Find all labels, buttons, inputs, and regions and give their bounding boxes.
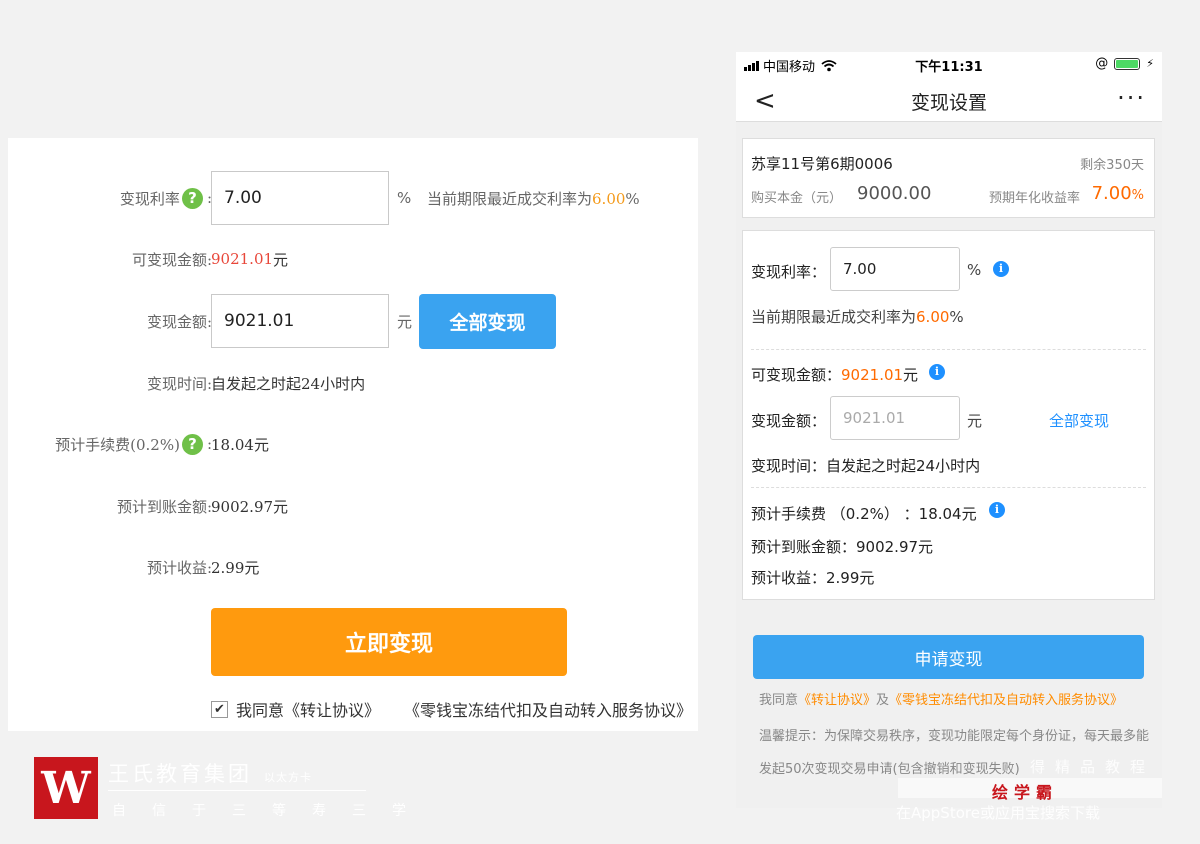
amount-row: 变现金额: 元 全部变现 bbox=[8, 293, 698, 349]
watermark-brand: 绘学霸 bbox=[992, 783, 1059, 802]
apply-realize-button[interactable]: 申请变现 bbox=[753, 635, 1144, 679]
amount-unit: 元 bbox=[967, 412, 983, 430]
time-label: 变现时间: bbox=[146, 374, 212, 393]
principal-label: 购买本金（元） bbox=[751, 191, 843, 206]
rate-unit: % bbox=[967, 261, 982, 279]
product-card: 苏享11号第6期0006 剩余350天 购买本金（元） 9000.00 预期年化… bbox=[742, 138, 1155, 218]
page-title: 变现设置 bbox=[910, 92, 987, 114]
remaining-days: 剩余350天 bbox=[1080, 158, 1144, 173]
logo-name: 王氏教育集团 以太方卡 bbox=[108, 762, 312, 786]
income-label: 预计收益: bbox=[146, 558, 212, 577]
rate-hint: 当前期限最近成交利率为6.00% bbox=[427, 189, 640, 208]
amount-input[interactable] bbox=[211, 294, 389, 348]
rate-hint-value: 6.00 bbox=[592, 189, 626, 208]
available-label: 可变现金额：9021.01元 bbox=[751, 366, 919, 384]
logo-mark: W bbox=[34, 757, 98, 819]
status-bar: 中国移动 下午11:31 @ ⚡ bbox=[736, 52, 1162, 76]
help-icon[interactable]: ? bbox=[181, 187, 203, 209]
fee-label: 预计手续费(0.2%) ? : bbox=[55, 433, 212, 455]
income-value: 2.99元 bbox=[211, 558, 260, 577]
rate-input[interactable] bbox=[211, 171, 389, 225]
principal-value: 9000.00 bbox=[857, 183, 932, 204]
amount-label: 变现金额: bbox=[146, 312, 212, 331]
info-icon[interactable]: i bbox=[993, 261, 1009, 277]
divider bbox=[751, 487, 1146, 488]
logo-slogan: 自信于三等寿三学 bbox=[112, 803, 432, 819]
service-agreement-link[interactable]: 《零钱宝冻结代扣及自动转入服务协议》 bbox=[889, 693, 1123, 708]
yield-value: 7.00% bbox=[1091, 183, 1144, 204]
transfer-agreement-link[interactable]: 《转让协议》 bbox=[798, 693, 876, 708]
product-name: 苏享11号第6期0006 bbox=[751, 155, 893, 173]
realize-now-button[interactable]: 立即变现 bbox=[211, 608, 567, 676]
time-row: 变现时间: 自发起之时起24小时内 bbox=[8, 355, 698, 411]
watermark-caption: 在AppStore或应用宝搜索下载 bbox=[896, 804, 1100, 822]
watermark-band: 绘学霸 bbox=[898, 778, 1162, 802]
info-icon[interactable]: i bbox=[929, 364, 945, 380]
agree-text: 我同意 bbox=[236, 701, 285, 720]
rate-unit: % bbox=[397, 189, 412, 207]
help-icon[interactable]: ? bbox=[181, 433, 203, 455]
amount-label: 变现金额： bbox=[751, 412, 827, 430]
logo-divider bbox=[108, 790, 366, 791]
amount-input[interactable] bbox=[830, 396, 960, 440]
arrival-label: 预计到账金额: bbox=[116, 497, 212, 516]
fee-text: 预计手续费 （0.2%） ：18.04元 bbox=[751, 505, 977, 523]
fee-row: 预计手续费(0.2%) ? : 18.04元 bbox=[8, 416, 698, 472]
divider bbox=[751, 349, 1146, 350]
income-row: 预计收益: 2.99元 bbox=[8, 539, 698, 595]
yield-label: 预期年化收益率 bbox=[989, 191, 1081, 206]
realization-form-card: 变现利率： % i 当前期限最近成交利率为6.00% 可变现金额：9021.01… bbox=[742, 230, 1155, 600]
arrival-value: 9002.97元 bbox=[211, 497, 289, 516]
withdraw-all-link[interactable]: 全部变现 bbox=[1049, 410, 1109, 431]
agreement-row: ✔ 我同意 《转让协议》 《零钱宝冻结代扣及自动转入服务协议》 bbox=[211, 696, 692, 722]
arrival-row: 预计到账金额: 9002.97元 bbox=[8, 478, 698, 534]
transfer-agreement-link[interactable]: 《转让协议》 bbox=[284, 697, 380, 721]
rate-row: 变现利率 ? : % 当前期限最近成交利率为6.00% bbox=[8, 170, 698, 226]
available-value: 9021.01 元 bbox=[211, 250, 289, 269]
mobile-screen: 中国移动 下午11:31 @ ⚡ < 变现设置 ··· 苏享11号第6期0006… bbox=[736, 52, 1162, 808]
time-row: 变现时间：自发起之时起24小时内 bbox=[751, 457, 981, 475]
rate-label: 变现利率 ? : bbox=[119, 187, 212, 209]
nav-bar: < 变现设置 ··· bbox=[736, 76, 1162, 122]
orientation-lock-icon: @ bbox=[1095, 56, 1109, 71]
agreement-row: 我同意《转让协议》及《零钱宝冻结代扣及自动转入服务协议》 bbox=[759, 693, 1124, 708]
agree-checkbox[interactable]: ✔ bbox=[211, 700, 228, 718]
watermark-text: 得精品教程 bbox=[1030, 758, 1156, 776]
available-row: 可变现金额: 9021.01 元 bbox=[8, 231, 698, 287]
more-icon[interactable]: ··· bbox=[1117, 84, 1146, 112]
time-value: 自发起之时起24小时内 bbox=[211, 374, 366, 393]
income-text: 预计收益：2.99元 bbox=[751, 569, 875, 587]
amount-unit: 元 bbox=[397, 312, 413, 331]
available-label: 可变现金额: bbox=[131, 250, 212, 269]
charging-icon: ⚡ bbox=[1146, 57, 1154, 70]
arrival-text: 预计到账金额：9002.97元 bbox=[751, 538, 934, 556]
rate-label: 变现利率： bbox=[751, 263, 827, 281]
web-realization-form: 变现利率 ? : % 当前期限最近成交利率为6.00% 可变现金额: 9021.… bbox=[8, 138, 698, 731]
fee-value: 18.04元 bbox=[211, 435, 269, 454]
battery-icon bbox=[1114, 57, 1141, 70]
rate-hint: 当前期限最近成交利率为6.00% bbox=[751, 308, 964, 326]
service-agreement-link[interactable]: 《零钱宝冻结代扣及自动转入服务协议》 bbox=[404, 697, 692, 721]
rate-input[interactable] bbox=[830, 247, 960, 291]
withdraw-all-button[interactable]: 全部变现 bbox=[419, 294, 556, 349]
info-icon[interactable]: i bbox=[989, 502, 1005, 518]
